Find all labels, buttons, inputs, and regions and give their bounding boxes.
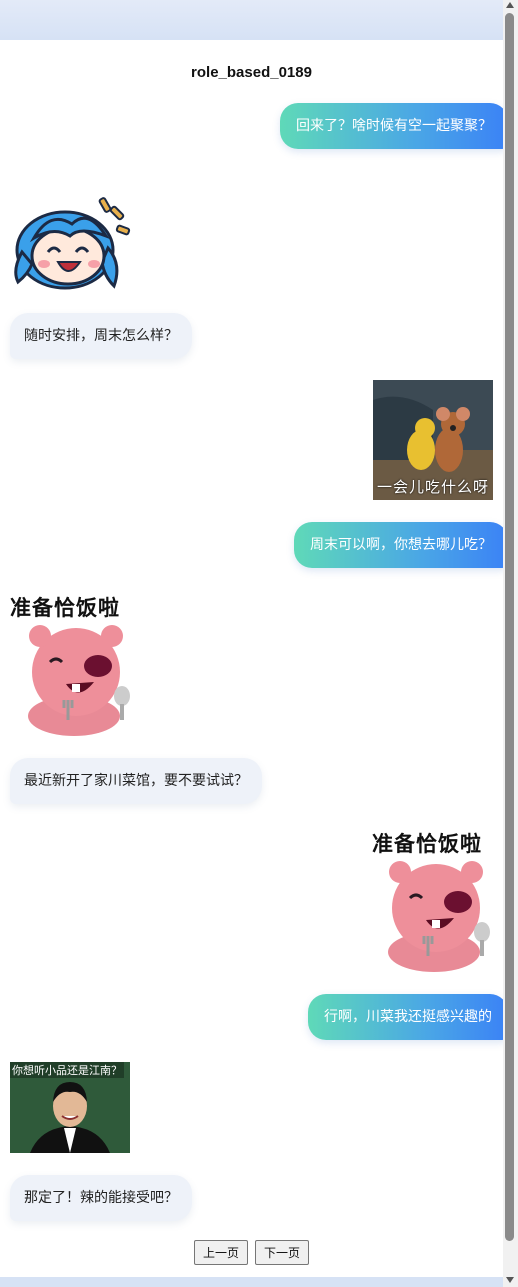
message-bubble-sent: 回来了？啥时候有空一起聚聚？ xyxy=(280,103,508,149)
message-bubble-sent: 行啊，川菜我还挺感兴趣的 xyxy=(308,994,508,1040)
message-bubble-received: 随时安排，周末怎么样？ xyxy=(10,313,192,359)
pagination: 上一页 下一页 xyxy=(0,1240,503,1265)
sticker-caption: 准备恰饭啦 xyxy=(372,832,482,856)
sticker-tom-jerry: 一会儿吃什么呀 xyxy=(373,380,493,500)
next-page-button[interactable]: 下一页 xyxy=(255,1240,310,1265)
sticker-loopy: 准备恰饭啦 xyxy=(370,826,494,974)
message-bubble-sent: 周末可以啊，你想去哪儿吃？ xyxy=(294,522,508,568)
sticker-photo-man: 你想听小品还是江南？ xyxy=(10,1062,130,1153)
sticker-anime-girl xyxy=(10,190,132,296)
scroll-down-arrow-icon[interactable] xyxy=(506,1277,514,1283)
window-bottom-bar xyxy=(0,1277,503,1287)
window-top-bar xyxy=(0,0,503,40)
sticker-loopy: 准备恰饭啦 xyxy=(10,590,134,738)
scroll-up-arrow-icon[interactable] xyxy=(506,2,514,8)
sticker-caption: 准备恰饭啦 xyxy=(10,596,120,620)
scrollbar-thumb[interactable] xyxy=(505,13,514,1241)
chat-title: role_based_0189 xyxy=(191,64,312,81)
message-bubble-received: 那定了！辣的能接受吧？ xyxy=(10,1175,192,1221)
prev-page-button[interactable]: 上一页 xyxy=(193,1240,248,1265)
sticker-caption: 一会儿吃什么呀 xyxy=(377,478,490,496)
message-bubble-received: 最近新开了家川菜馆，要不要试试？ xyxy=(10,758,262,804)
